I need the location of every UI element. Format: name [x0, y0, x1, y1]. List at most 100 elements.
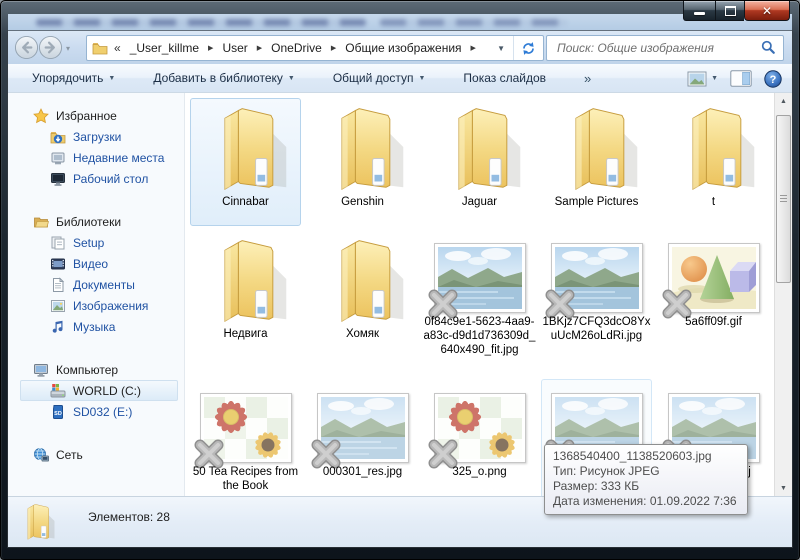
file-list[interactable]: Cinnabar Genshin Jaguar Sample Pictures …	[186, 93, 775, 497]
sidebar-section-computer[interactable]: Компьютер	[8, 359, 184, 380]
folder-item[interactable]: Genshin	[304, 101, 421, 209]
sidebar-item-label: Setup	[73, 236, 104, 250]
image-file-item[interactable]: 5a6ff09f.gif	[655, 233, 772, 357]
sidebar-item-label: SD032 (E:)	[73, 405, 132, 419]
sidebar-item[interactable]: Недавние места	[8, 147, 184, 168]
file-row: Cinnabar Genshin Jaguar Sample Pictures …	[187, 101, 772, 209]
infotip-line: Размер: 333 КБ	[553, 479, 737, 494]
image-file-item[interactable]: 0f84c9e1-5623-4aa9-a83c-d9d1d736309d_640…	[421, 233, 538, 357]
folder-item[interactable]: Недвига	[187, 233, 304, 357]
minimize-button[interactable]	[683, 1, 716, 21]
command-toolbar: Упорядочить▼Добавить в библиотеку▼Общий …	[8, 64, 792, 93]
folder-icon	[317, 101, 409, 193]
sidebar-section-network[interactable]: Сеть	[8, 444, 184, 465]
window-caption-buttons: ✕	[683, 1, 790, 21]
image-thumbnail	[551, 243, 643, 313]
file-name-label: Sample Pictures	[541, 195, 653, 209]
sidebar-item[interactable]: WORLD (C:)	[20, 380, 178, 401]
sidebar-item[interactable]: Документы	[8, 274, 184, 295]
sidebar-item-label: Рабочий стол	[73, 172, 148, 186]
back-button[interactable]	[14, 35, 39, 60]
maximize-button[interactable]	[716, 1, 744, 21]
breadcrumb-segment[interactable]: Общие изображения	[339, 38, 467, 58]
views-icon	[687, 71, 707, 87]
folder-icon	[668, 101, 760, 193]
file-name-label: Genshin	[307, 195, 419, 209]
folder-icon	[200, 101, 292, 193]
image-file-item[interactable]: 50 Tea Recipes from the Book	[187, 383, 304, 493]
breadcrumb-arrow-icon[interactable]: ▶	[328, 44, 339, 52]
file-name-label: 50 Tea Recipes from the Book	[190, 465, 302, 493]
image-file-item[interactable]: 1BKjz7CFQ3dcO8YxuUcM26oLdRi.jpg	[538, 233, 655, 357]
scroll-down-button[interactable]: ▼	[775, 480, 792, 497]
downloads-icon	[50, 129, 66, 145]
toolbar-button[interactable]: Добавить в библиотеку▼	[149, 68, 298, 88]
scrollbar-thumb[interactable]	[776, 115, 791, 283]
forward-button[interactable]	[38, 35, 63, 60]
hard-drive-icon	[50, 383, 66, 399]
sidebar-item[interactable]: Изображения	[8, 295, 184, 316]
network-icon	[33, 447, 49, 463]
toolbar-button-label: Общий доступ	[333, 71, 414, 85]
scroll-up-button[interactable]: ▲	[775, 93, 792, 110]
file-name-label: Cinnabar	[190, 195, 302, 209]
address-bar[interactable]: «_User_killme▶User▶OneDrive▶Общие изобра…	[86, 35, 544, 61]
search-icon[interactable]	[761, 40, 776, 60]
toolbar-button-label: Добавить в библиотеку	[153, 71, 283, 85]
file-name-label: 000301_res.jpg	[307, 465, 419, 479]
sidebar-item[interactable]: Setup	[8, 232, 184, 253]
views-button[interactable]: ▼	[687, 71, 718, 87]
help-button[interactable]: ?	[764, 70, 782, 88]
image-file-item[interactable]: 325_o.png	[421, 383, 538, 493]
breadcrumb-overflow[interactable]: «	[112, 39, 124, 57]
breadcrumb-segment[interactable]: OneDrive	[265, 38, 328, 58]
file-name-label: t	[658, 195, 770, 209]
infotip-line: Тип: Рисунок JPEG	[553, 464, 737, 479]
folder-item[interactable]: Jaguar	[421, 101, 538, 209]
folder-icon	[17, 501, 57, 546]
file-name-label: 0f84c9e1-5623-4aa9-a83c-d9d1d736309d_640…	[424, 315, 536, 357]
breadcrumb-segment[interactable]: _User_killme	[124, 38, 205, 58]
sidebar-section-star[interactable]: Избранное	[8, 105, 184, 126]
toolbar-overflow-chevron[interactable]: »	[584, 71, 591, 86]
sidebar-item[interactable]: Загрузки	[8, 126, 184, 147]
computer-icon	[33, 362, 49, 378]
breadcrumb-arrow-icon[interactable]: ▶	[254, 44, 265, 52]
folder-icon	[434, 101, 526, 193]
toolbar-button[interactable]: Упорядочить▼	[28, 68, 119, 88]
preview-pane-button[interactable]	[730, 70, 752, 87]
image-thumbnail	[317, 393, 409, 463]
toolbar-button[interactable]: Показ слайдов	[459, 68, 550, 88]
folder-item[interactable]: Sample Pictures	[538, 101, 655, 209]
sd-card-icon: SD	[50, 404, 66, 420]
sidebar-item[interactable]: SD SD032 (E:)	[8, 401, 184, 422]
folder-icon	[551, 101, 643, 193]
breadcrumb-arrow-icon[interactable]: ▶	[205, 44, 216, 52]
video-icon	[50, 256, 66, 272]
folder-item[interactable]: Cinnabar	[187, 101, 304, 209]
sidebar-item[interactable]: Рабочий стол	[8, 168, 184, 189]
toolbar-button[interactable]: Общий доступ▼	[329, 68, 430, 88]
file-name-label: 1BKjz7CFQ3dcO8YxuUcM26oLdRi.jpg	[541, 315, 653, 343]
sidebar-section-libraries[interactable]: Библиотеки	[8, 211, 184, 232]
close-button[interactable]: ✕	[744, 1, 790, 21]
breadcrumb: «_User_killme▶User▶OneDrive▶Общие изобра…	[112, 38, 489, 58]
breadcrumb-segment[interactable]: User	[216, 38, 253, 58]
search-input[interactable]	[555, 38, 749, 58]
address-dropdown-icon[interactable]: ▼	[489, 44, 513, 53]
refresh-button[interactable]	[513, 36, 543, 60]
folder-item[interactable]: t	[655, 101, 772, 209]
folder-item[interactable]: Хомяк	[304, 233, 421, 357]
history-chevron-icon[interactable]: ▾	[66, 44, 70, 53]
explorer-main: ИзбранноеЗагрузкиНедавние места Рабочий с…	[8, 93, 792, 497]
image-file-item[interactable]: 000301_res.jpg	[304, 383, 421, 493]
close-icon: ✕	[762, 5, 772, 17]
vertical-scrollbar[interactable]: ▲ ▼	[774, 93, 792, 497]
items-count: Элементов: 28	[88, 510, 170, 524]
screenshot: ✕ ▾ «_User_killme▶User▶OneDrive▶Общие из…	[0, 0, 800, 560]
sidebar-item[interactable]: Видео	[8, 253, 184, 274]
search-box	[546, 35, 784, 61]
file-name-label: 5a6ff09f.gif	[658, 315, 770, 329]
sidebar-item[interactable]: Музыка	[8, 316, 184, 337]
breadcrumb-arrow-icon[interactable]: ▶	[468, 44, 479, 52]
